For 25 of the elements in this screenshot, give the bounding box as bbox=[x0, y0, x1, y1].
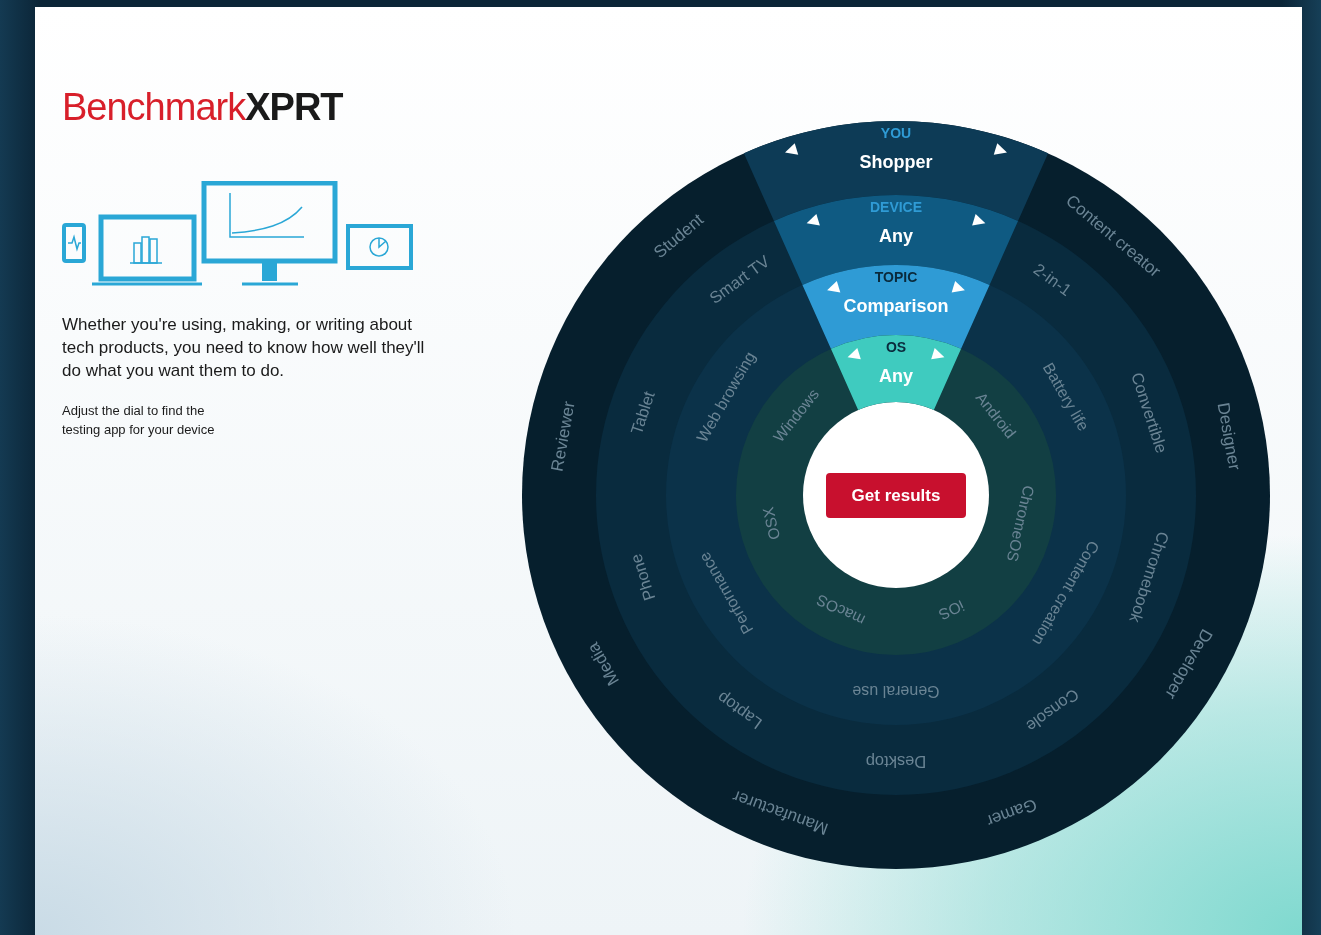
ring-title: TOPIC bbox=[874, 268, 918, 285]
left-arrow-icon[interactable] bbox=[785, 143, 799, 155]
hint-text: Adjust the dial to find the testing app for your device bbox=[62, 402, 215, 439]
logo: BenchmarkXPRT bbox=[62, 85, 343, 129]
dial-option[interactable]: Designer bbox=[1213, 401, 1245, 472]
dial-option[interactable]: Tablet bbox=[627, 388, 658, 437]
selected-option[interactable]: Any bbox=[879, 365, 913, 386]
get-results-button[interactable]: Get results bbox=[826, 473, 966, 518]
selected-option[interactable]: Any bbox=[879, 225, 913, 246]
ring-title: OS bbox=[885, 338, 907, 355]
right-arrow-icon[interactable] bbox=[972, 214, 986, 226]
dial-option[interactable]: Reviewer bbox=[547, 399, 579, 473]
dial-option[interactable]: Desktop bbox=[865, 752, 927, 771]
selected-option[interactable]: Shopper bbox=[859, 151, 933, 172]
ring-title: DEVICE bbox=[869, 198, 923, 215]
dial-option[interactable]: iOS bbox=[936, 596, 967, 624]
ring-title: YOU bbox=[880, 124, 912, 141]
dial-option[interactable]: Phone bbox=[626, 551, 659, 603]
intro-text: Whether you're using, making, or writing about tech products, you need to know how well they'll do what you want them to do. bbox=[62, 314, 426, 382]
dial-option[interactable]: Gamer bbox=[983, 794, 1040, 831]
dial-option[interactable]: General use bbox=[852, 682, 940, 700]
dial-option[interactable]: OSX bbox=[759, 505, 784, 542]
left-arrow-icon[interactable] bbox=[806, 214, 820, 226]
selected-option[interactable]: Comparison bbox=[843, 295, 949, 316]
right-arrow-icon[interactable] bbox=[993, 143, 1007, 155]
